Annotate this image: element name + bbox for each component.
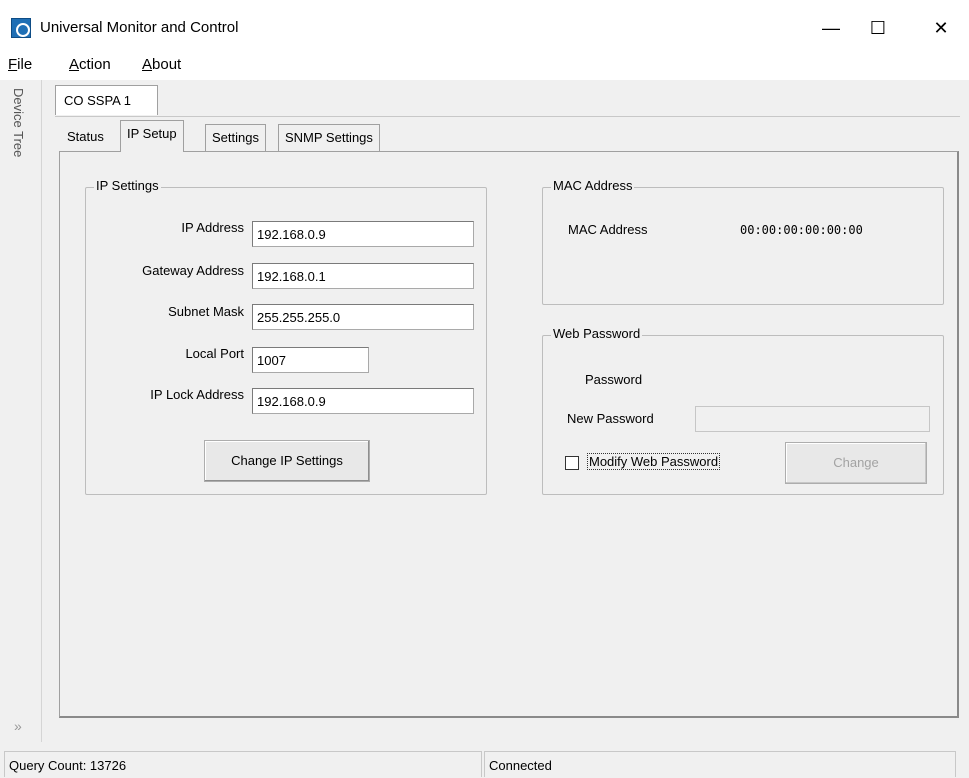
web-password-title: Web Password (551, 326, 643, 341)
gateway-address-label: Gateway Address (142, 263, 244, 278)
mac-address-label: MAC Address (568, 222, 648, 237)
local-port-label: Local Port (185, 346, 244, 361)
minimize-button[interactable]: — (808, 10, 854, 46)
status-bar: Query Count: 13726 Connected (0, 748, 969, 778)
local-port-field[interactable]: 1007 (252, 347, 369, 373)
new-password-label: New Password (567, 411, 654, 426)
ip-settings-title: IP Settings (94, 178, 161, 193)
connection-status: Connected (484, 751, 956, 777)
mac-address-group: MAC Address MAC Address 00:00:00:00:00:0… (542, 178, 944, 305)
maximize-button[interactable]: ☐ (855, 10, 901, 46)
change-ip-settings-button[interactable]: Change IP Settings (204, 440, 370, 482)
tab-settings[interactable]: Settings (205, 124, 266, 151)
modify-web-password-checkbox[interactable] (565, 456, 579, 470)
ip-settings-group: IP Settings IP Address 192.168.0.9 Gatew… (85, 178, 487, 495)
ip-address-field[interactable]: 192.168.0.9 (252, 221, 474, 247)
tab-ip-setup[interactable]: IP Setup (120, 120, 184, 152)
expand-chevron-icon[interactable]: » (14, 718, 22, 734)
app-icon (11, 18, 31, 38)
gateway-address-field[interactable]: 192.168.0.1 (252, 263, 474, 289)
ip-setup-panel: IP Settings IP Address 192.168.0.9 Gatew… (59, 151, 959, 718)
menu-bar: File Action About (0, 55, 969, 80)
ip-lock-address-label: IP Lock Address (150, 387, 244, 402)
ip-lock-address-field[interactable]: 192.168.0.9 (252, 388, 474, 414)
device-tree-panel[interactable]: Device Tree » (0, 80, 42, 742)
device-tab[interactable]: CO SSPA 1 (55, 85, 158, 115)
modify-web-password-label[interactable]: Modify Web Password (587, 453, 721, 470)
web-password-group: Web Password Password New Password Modif… (542, 326, 944, 495)
device-tab-divider (55, 116, 960, 117)
window-title: Universal Monitor and Control (40, 19, 239, 36)
menu-action[interactable]: Action (69, 56, 111, 73)
menu-file[interactable]: File (8, 56, 32, 73)
password-label: Password (585, 372, 643, 387)
change-password-button[interactable]: Change (785, 442, 927, 484)
menu-about[interactable]: About (142, 56, 181, 73)
subnet-mask-label: Subnet Mask (168, 304, 244, 319)
mac-address-value: 00:00:00:00:00:00 (740, 223, 863, 237)
subnet-mask-field[interactable]: 255.255.255.0 (252, 304, 474, 330)
ip-address-label: IP Address (181, 220, 244, 235)
device-tree-label[interactable]: Device Tree (11, 88, 26, 157)
tab-snmp-settings[interactable]: SNMP Settings (278, 124, 380, 151)
new-password-field[interactable] (695, 406, 930, 432)
close-button[interactable]: ✕ (918, 10, 964, 46)
tab-status[interactable]: Status (61, 124, 110, 151)
title-bar: Universal Monitor and Control — ☐ ✕ (0, 0, 969, 55)
mac-address-title: MAC Address (551, 178, 635, 193)
query-count-status: Query Count: 13726 (4, 751, 482, 777)
